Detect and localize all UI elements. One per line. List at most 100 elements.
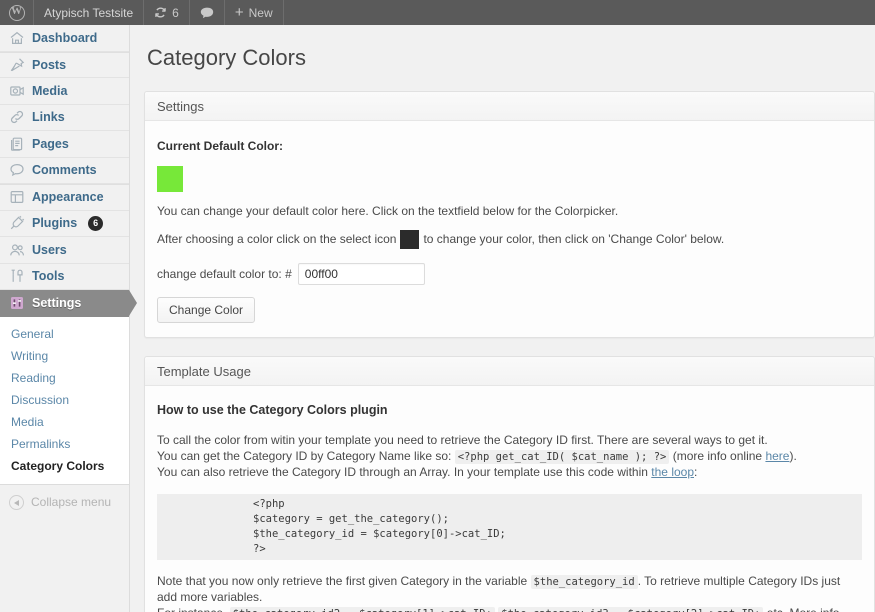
template-usage-header: Template Usage <box>145 357 874 386</box>
settings-sliders-icon <box>9 295 25 311</box>
submenu-item-general[interactable]: General <box>0 323 129 345</box>
submenu-item-discussion[interactable]: Discussion <box>0 389 129 411</box>
code-line: ?> <box>253 542 266 555</box>
submenu-item-category-colors[interactable]: Category Colors <box>0 455 129 477</box>
sidebar-item-label: Dashboard <box>32 30 98 45</box>
sidebar-item-label: Posts <box>32 57 67 72</box>
comments-menu[interactable] <box>190 0 225 25</box>
page-title: Category Colors <box>147 45 306 70</box>
tools-wrench-icon <box>9 268 25 284</box>
change-color-field-label: change default color to: # <box>157 267 292 281</box>
code-line: <?php <box>253 497 285 510</box>
sidebar-item-label: Users <box>32 242 67 257</box>
usage-paragraph-3: You can also retrieve the Category ID th… <box>157 465 862 481</box>
settings-submenu: General Writing Reading Discussion Media… <box>0 316 129 485</box>
color-wheel-picker-icon[interactable] <box>400 230 420 249</box>
pages-document-icon <box>9 136 25 152</box>
sidebar-item-label: Links <box>32 110 65 125</box>
usage-p2-open: (more info online <box>672 448 763 463</box>
usage-instance-code-1: $the_category_id2 = $category[1]->cat_ID… <box>229 606 495 612</box>
wordpress-logo-icon <box>8 3 25 21</box>
submenu-item-reading[interactable]: Reading <box>0 367 129 389</box>
submenu-item-permalinks[interactable]: Permalinks <box>0 433 129 455</box>
sidebar-item-users[interactable]: Users <box>0 237 129 264</box>
usage-note-code: $the_category_id <box>530 574 638 589</box>
usage-instance-paragraph: For instance, $the_category_id2 = $categ… <box>157 606 862 612</box>
users-people-icon <box>9 242 25 258</box>
usage-paragraph-2: You can get the Category ID by Category … <box>157 449 862 466</box>
settings-panel-header: Settings <box>145 92 874 121</box>
sidebar-item-label: Settings <box>32 295 82 310</box>
change-color-field-row: change default color to: # <box>157 263 862 285</box>
usage-heading: How to use the Category Colors plugin <box>157 403 388 417</box>
colorpicker-instruction-1: You can change your default color here. … <box>157 204 619 218</box>
new-content-menu[interactable]: + New <box>225 0 284 25</box>
template-usage-panel: Template Usage How to use the Category C… <box>144 356 875 612</box>
sidebar-item-appearance[interactable]: Appearance <box>0 184 129 211</box>
usage-p2-close: ). <box>789 448 797 463</box>
collapse-arrow-icon <box>9 494 24 510</box>
instruction-2-prefix: After choosing a color click on the sele… <box>157 232 397 246</box>
appearance-layout-icon <box>9 189 25 205</box>
sidebar-item-label: Tools <box>32 269 65 284</box>
collapse-menu-button[interactable]: Collapse menu <box>0 485 129 520</box>
colorpicker-instruction-2: After choosing a color click on the sele… <box>157 230 862 249</box>
sidebar-item-label: Comments <box>32 163 97 178</box>
sidebar-item-pages[interactable]: Pages <box>0 131 129 158</box>
change-color-button[interactable]: Change Color <box>157 297 256 323</box>
settings-panel-title: Settings <box>157 98 204 114</box>
usage-note-prefix: Note that you now only retrieve the firs… <box>157 573 528 588</box>
usage-p3-suffix: : <box>694 465 698 479</box>
updates-count: 6 <box>172 5 179 20</box>
usage-instance-code-2: $the_category_id3 = $category[2]->cat_ID… <box>498 606 764 612</box>
comments-bubble-icon <box>9 162 25 178</box>
usage-paragraph-1: To call the color from witin your templa… <box>157 433 768 447</box>
site-name-menu[interactable]: Atypisch Testsite <box>34 0 145 25</box>
submenu-item-media[interactable]: Media <box>0 411 129 433</box>
current-default-color-label: Current Default Color: <box>157 139 283 153</box>
new-content-label: New <box>248 5 273 20</box>
template-usage-title: Template Usage <box>157 363 251 379</box>
sidebar-item-plugins[interactable]: Plugins 6 <box>0 210 129 237</box>
dashboard-home-icon <box>9 30 25 46</box>
sidebar-item-posts[interactable]: Posts <box>0 51 129 78</box>
wordpress-logo-button[interactable] <box>0 0 34 25</box>
plus-icon: + <box>234 4 244 21</box>
admin-bar: Atypisch Testsite 6 + New <box>0 0 875 25</box>
instruction-2-suffix: to change your color, then click on 'Cha… <box>423 232 725 246</box>
more-info-link-1[interactable]: here <box>765 449 789 463</box>
template-usage-body: How to use the Category Colors plugin To… <box>145 386 874 612</box>
the-loop-link[interactable]: the loop <box>651 465 694 479</box>
updates-menu[interactable]: 6 <box>144 0 190 25</box>
media-camera-icon <box>9 83 25 99</box>
comment-bubble-icon <box>200 7 214 19</box>
sidebar-item-label: Plugins <box>32 216 78 231</box>
code-block-1: <?php $category = get_the_category(); $the… <box>157 493 862 560</box>
usage-p2-prefix: You can get the Category ID by Category … <box>157 448 452 463</box>
settings-panel: Settings Current Default Color: You can … <box>144 91 875 338</box>
sidebar-item-settings[interactable]: Settings <box>0 290 137 317</box>
sidebar-item-media[interactable]: Media <box>0 78 129 105</box>
submenu-item-writing[interactable]: Writing <box>0 345 129 367</box>
sidebar-item-dashboard[interactable]: Dashboard <box>0 25 129 52</box>
plugins-update-badge: 6 <box>88 215 104 231</box>
code-line: $category = get_the_category(); <box>253 512 449 525</box>
default-color-input[interactable] <box>297 263 425 285</box>
current-color-swatch <box>157 166 183 192</box>
site-name-label: Atypisch Testsite <box>44 5 134 20</box>
settings-panel-body: Current Default Color: You can change yo… <box>145 121 874 337</box>
usage-p2-code: <?php get_cat_ID( $cat_name ); ?> <box>454 449 670 464</box>
updates-refresh-icon <box>154 6 167 19</box>
admin-sidebar: Dashboard Posts Media Links Pages Commen… <box>0 25 137 612</box>
sidebar-item-links[interactable]: Links <box>0 104 129 131</box>
sidebar-item-tools[interactable]: Tools <box>0 263 129 290</box>
links-chain-icon <box>9 109 25 125</box>
sidebar-item-comments[interactable]: Comments <box>0 157 129 184</box>
plugins-plug-icon <box>9 215 25 231</box>
sidebar-item-label: Appearance <box>32 190 104 205</box>
main-content: Category Colors Settings Current Default… <box>131 25 875 612</box>
code-line: $the_category_id = $category[0]->cat_ID; <box>253 527 506 540</box>
usage-instance-prefix: For instance, <box>157 606 226 612</box>
collapse-menu-label: Collapse menu <box>31 495 112 509</box>
sidebar-item-label: Pages <box>32 136 69 151</box>
